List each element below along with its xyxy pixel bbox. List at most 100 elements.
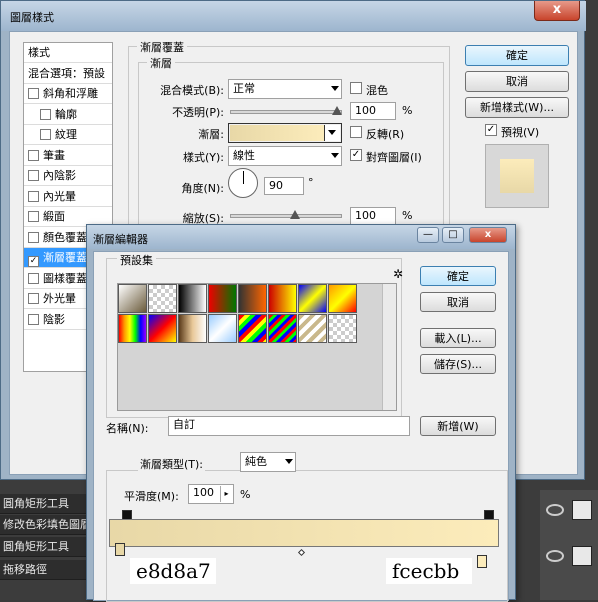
style-list-label: 內陰影: [43, 169, 76, 182]
preset-swatch[interactable]: [238, 284, 267, 313]
smoothness-input[interactable]: 100 ▸: [188, 484, 234, 504]
style-list-label: 內光暈: [43, 189, 76, 203]
save-button[interactable]: 儲存(S)...: [420, 354, 496, 374]
align-checkbox[interactable]: ✓: [350, 149, 362, 161]
scale-input[interactable]: 100: [350, 207, 396, 225]
history-item[interactable]: 圓角矩形工具: [0, 537, 88, 557]
angle-dial[interactable]: [228, 168, 258, 198]
style-checkbox[interactable]: [28, 88, 39, 99]
preset-grid: [117, 283, 397, 411]
opacity-label: 不透明(P):: [172, 106, 224, 119]
ok-button[interactable]: 確定: [465, 45, 569, 66]
style-list-item[interactable]: 內陰影: [24, 166, 112, 186]
reverse-checkbox[interactable]: [350, 126, 362, 138]
preset-swatch[interactable]: [298, 314, 327, 343]
preset-swatch[interactable]: [118, 314, 147, 343]
eye-icon[interactable]: [546, 504, 564, 516]
gradient-dropdown[interactable]: [324, 125, 340, 141]
style-checkbox[interactable]: [28, 293, 39, 304]
name-input[interactable]: 自訂: [168, 416, 410, 436]
style-list-item[interactable]: 輪廓: [24, 105, 112, 125]
style-checkbox[interactable]: ✓: [28, 256, 39, 267]
preset-swatch[interactable]: [148, 284, 177, 313]
preset-swatch[interactable]: [238, 314, 267, 343]
reverse-label: 反轉(R): [366, 128, 405, 141]
preset-swatch[interactable]: [268, 284, 297, 313]
preset-swatch[interactable]: [208, 284, 237, 313]
gradient-type-select[interactable]: 純色: [240, 452, 296, 472]
cancel-button[interactable]: 取消: [420, 292, 496, 312]
preset-swatch[interactable]: [208, 314, 237, 343]
style-checkbox[interactable]: [28, 149, 39, 161]
eye-icon[interactable]: [546, 550, 564, 562]
history-item[interactable]: 修改色彩填色圖層: [0, 515, 88, 535]
blend-mode-value: 正常: [233, 82, 255, 95]
gradient-editor-dialog: 漸層編輯器 — □ x 預設集 ✲ 確定 取消 載入(L)... 儲存(S)..…: [86, 224, 516, 602]
gradient-preview[interactable]: [230, 125, 324, 141]
style-list-label: 紋理: [55, 128, 77, 141]
history-item[interactable]: 圓角矩形工具: [0, 494, 88, 514]
history-item[interactable]: 拖移路徑: [0, 560, 88, 580]
right-stop-color-label: fcecbb: [386, 558, 472, 584]
close-button[interactable]: x: [469, 227, 507, 243]
gradient-bar[interactable]: [109, 519, 499, 547]
preset-swatch[interactable]: [178, 314, 207, 343]
layer-thumbnail: [572, 546, 592, 566]
color-stop-left[interactable]: [115, 543, 125, 556]
style-list-label: 輪廓: [55, 107, 77, 121]
style-select[interactable]: 線性: [228, 146, 342, 166]
new-gradient-button[interactable]: 新增(W): [420, 416, 496, 436]
preset-swatch[interactable]: [148, 314, 177, 343]
style-list-item[interactable]: 紋理: [24, 125, 112, 145]
chevron-down-icon: [331, 153, 339, 158]
scale-slider-thumb[interactable]: [290, 210, 300, 219]
style-checkbox[interactable]: [28, 313, 39, 325]
preset-swatch[interactable]: [328, 284, 357, 313]
preset-swatch[interactable]: [298, 284, 327, 313]
preview-checkbox[interactable]: ✓: [485, 124, 497, 136]
maximize-button[interactable]: □: [442, 227, 464, 243]
gradient-editor-titlebar[interactable]: 漸層編輯器 — □ x: [87, 225, 515, 249]
left-stop-color-label: e8d8a7: [130, 558, 216, 584]
opacity-slider[interactable]: [230, 110, 342, 114]
style-checkbox[interactable]: [28, 272, 39, 284]
color-stop-right[interactable]: [477, 555, 487, 568]
style-list-label: 斜角和浮雕: [43, 87, 98, 100]
style-list-item[interactable]: 混合選項：預設: [24, 64, 112, 84]
opacity-slider-thumb[interactable]: [332, 106, 342, 115]
load-button[interactable]: 載入(L)...: [420, 328, 496, 348]
style-list-label: 顏色覆蓋: [43, 230, 87, 244]
style-checkbox[interactable]: [28, 190, 39, 202]
new-style-button[interactable]: 新增樣式(W)...: [465, 97, 569, 118]
style-checkbox[interactable]: [28, 231, 39, 243]
layer-style-titlebar[interactable]: 圖層樣式 x: [1, 1, 586, 31]
ok-button[interactable]: 確定: [420, 266, 496, 286]
blend-mode-select[interactable]: 正常: [228, 79, 342, 99]
scrollbar[interactable]: [382, 284, 396, 410]
style-checkbox[interactable]: [40, 108, 51, 120]
style-checkbox[interactable]: [28, 170, 39, 181]
preset-swatch[interactable]: [328, 314, 357, 343]
scale-unit: %: [402, 209, 413, 222]
minimize-button[interactable]: —: [417, 227, 439, 243]
opacity-input[interactable]: 100: [350, 102, 396, 120]
preset-swatch[interactable]: [268, 314, 297, 343]
style-checkbox[interactable]: [40, 129, 51, 140]
style-checkbox[interactable]: [28, 211, 39, 222]
preset-swatch[interactable]: [178, 284, 207, 313]
style-list-label: 外光暈: [43, 292, 76, 305]
style-list-item[interactable]: 筆畫: [24, 146, 112, 166]
preset-swatch[interactable]: [118, 284, 147, 313]
gear-icon[interactable]: ✲: [393, 267, 403, 281]
style-list-item[interactable]: 樣式: [24, 43, 112, 63]
gradient-picker[interactable]: [228, 123, 342, 143]
dialog-title: 圖層樣式: [10, 11, 54, 24]
close-button[interactable]: x: [534, 1, 580, 21]
scale-slider[interactable]: [230, 214, 342, 218]
style-list-item[interactable]: 內光暈: [24, 187, 112, 207]
style-list-item[interactable]: 斜角和浮雕: [24, 84, 112, 104]
chevron-right-icon[interactable]: ▸: [220, 486, 232, 502]
cancel-button[interactable]: 取消: [465, 71, 569, 92]
angle-input[interactable]: 90: [264, 177, 304, 195]
dither-checkbox[interactable]: [350, 82, 362, 94]
